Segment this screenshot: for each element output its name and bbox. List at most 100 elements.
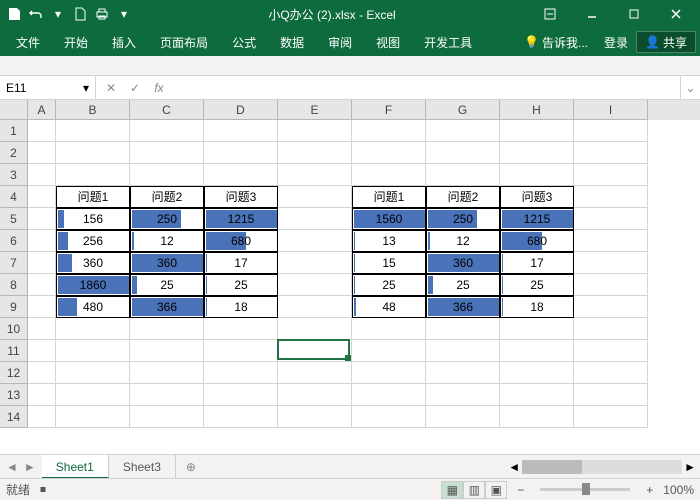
col-header-G[interactable]: G [426, 100, 500, 120]
cell-D8[interactable]: 25 [204, 274, 278, 296]
share-button[interactable]: 👤共享 [636, 31, 696, 53]
row-header-14[interactable]: 14 [0, 406, 28, 428]
cell-A9[interactable] [28, 296, 56, 318]
cell-I14[interactable] [574, 406, 648, 428]
cell-E9[interactable] [278, 296, 352, 318]
col-header-B[interactable]: B [56, 100, 130, 120]
cell-B6[interactable]: 256 [56, 230, 130, 252]
cell-E5[interactable] [278, 208, 352, 230]
cell-G9[interactable]: 366 [426, 296, 500, 318]
cell-A13[interactable] [28, 384, 56, 406]
cell-B3[interactable] [56, 164, 130, 186]
cell-E3[interactable] [278, 164, 352, 186]
cell-F4[interactable]: 问题1 [352, 186, 426, 208]
cell-F11[interactable] [352, 340, 426, 362]
row-header-13[interactable]: 13 [0, 384, 28, 406]
cell-C4[interactable]: 问题2 [130, 186, 204, 208]
cell-H9[interactable]: 18 [500, 296, 574, 318]
cell-H5[interactable]: 1215 [500, 208, 574, 230]
cell-E8[interactable] [278, 274, 352, 296]
cell-H2[interactable] [500, 142, 574, 164]
cell-C7[interactable]: 360 [130, 252, 204, 274]
cell-C9[interactable]: 366 [130, 296, 204, 318]
tab-file[interactable]: 文件 [4, 28, 52, 56]
cell-C11[interactable] [130, 340, 204, 362]
row-header-11[interactable]: 11 [0, 340, 28, 362]
zoom-out-button[interactable]: − [517, 483, 524, 497]
expand-formula-bar-icon[interactable]: ⌄ [680, 76, 700, 100]
cell-D12[interactable] [204, 362, 278, 384]
cell-A3[interactable] [28, 164, 56, 186]
row-header-8[interactable]: 8 [0, 274, 28, 296]
cell-D10[interactable] [204, 318, 278, 340]
tab-view[interactable]: 视图 [364, 28, 412, 56]
minimize-button[interactable] [572, 0, 612, 28]
cell-G11[interactable] [426, 340, 500, 362]
cell-I4[interactable] [574, 186, 648, 208]
cell-G5[interactable]: 250 [426, 208, 500, 230]
cell-F1[interactable] [352, 120, 426, 142]
close-button[interactable] [656, 0, 696, 28]
cell-B11[interactable] [56, 340, 130, 362]
spreadsheet-grid[interactable]: ABCDEFGHI1234问题1问题2问题3问题1问题2问题3515625012… [0, 100, 700, 454]
cell-B4[interactable]: 问题1 [56, 186, 130, 208]
enter-formula-icon[interactable]: ✓ [124, 77, 146, 99]
tab-home[interactable]: 开始 [52, 28, 100, 56]
cell-A1[interactable] [28, 120, 56, 142]
cell-C12[interactable] [130, 362, 204, 384]
cell-G4[interactable]: 问题2 [426, 186, 500, 208]
cell-H6[interactable]: 680 [500, 230, 574, 252]
row-header-12[interactable]: 12 [0, 362, 28, 384]
cell-I7[interactable] [574, 252, 648, 274]
row-header-3[interactable]: 3 [0, 164, 28, 186]
cell-C6[interactable]: 12 [130, 230, 204, 252]
cell-A8[interactable] [28, 274, 56, 296]
col-header-F[interactable]: F [352, 100, 426, 120]
signin-button[interactable]: 登录 [596, 31, 636, 53]
cell-D5[interactable]: 1215 [204, 208, 278, 230]
col-header-E[interactable]: E [278, 100, 352, 120]
tab-page-layout[interactable]: 页面布局 [148, 28, 220, 56]
cell-A4[interactable] [28, 186, 56, 208]
tab-data[interactable]: 数据 [268, 28, 316, 56]
cell-A12[interactable] [28, 362, 56, 384]
col-header-C[interactable]: C [130, 100, 204, 120]
col-header-A[interactable]: A [28, 100, 56, 120]
row-header-10[interactable]: 10 [0, 318, 28, 340]
cell-D4[interactable]: 问题3 [204, 186, 278, 208]
cell-H14[interactable] [500, 406, 574, 428]
cell-H1[interactable] [500, 120, 574, 142]
cell-A10[interactable] [28, 318, 56, 340]
cell-I2[interactable] [574, 142, 648, 164]
cell-F7[interactable]: 15 [352, 252, 426, 274]
cell-F13[interactable] [352, 384, 426, 406]
cell-H10[interactable] [500, 318, 574, 340]
cell-C5[interactable]: 250 [130, 208, 204, 230]
page-layout-view-icon[interactable]: ▥ [463, 481, 485, 499]
cell-G3[interactable] [426, 164, 500, 186]
row-header-7[interactable]: 7 [0, 252, 28, 274]
tab-developer[interactable]: 开发工具 [412, 28, 484, 56]
cell-D9[interactable]: 18 [204, 296, 278, 318]
sheet-nav-next-icon[interactable]: ► [24, 460, 36, 474]
macro-record-icon[interactable]: ⏹ [40, 482, 46, 497]
cell-F2[interactable] [352, 142, 426, 164]
maximize-button[interactable] [614, 0, 654, 28]
print-icon[interactable] [92, 4, 112, 24]
cell-E10[interactable] [278, 318, 352, 340]
cell-D13[interactable] [204, 384, 278, 406]
cell-B8[interactable]: 1860 [56, 274, 130, 296]
cell-I9[interactable] [574, 296, 648, 318]
col-header-D[interactable]: D [204, 100, 278, 120]
zoom-level[interactable]: 100% [663, 483, 694, 497]
cell-H13[interactable] [500, 384, 574, 406]
cell-E12[interactable] [278, 362, 352, 384]
sheet-nav-prev-icon[interactable]: ◄ [6, 460, 18, 474]
cell-G13[interactable] [426, 384, 500, 406]
add-sheet-button[interactable]: ⊕ [176, 460, 206, 474]
cell-F10[interactable] [352, 318, 426, 340]
cell-H7[interactable]: 17 [500, 252, 574, 274]
cell-F8[interactable]: 25 [352, 274, 426, 296]
redo-dropdown-icon[interactable]: ▾ [48, 4, 68, 24]
cell-C3[interactable] [130, 164, 204, 186]
